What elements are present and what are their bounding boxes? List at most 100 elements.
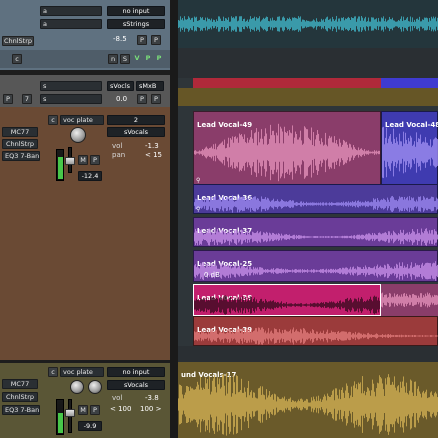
track2-volume[interactable]: 0.0 bbox=[116, 95, 127, 104]
track1-pp2-label: P bbox=[156, 54, 162, 62]
track3-insert2-label: ChnlStrp bbox=[5, 140, 35, 148]
track3-output[interactable]: sVocals bbox=[107, 127, 165, 137]
track4-mute-button[interactable]: M bbox=[78, 405, 88, 415]
track4-c-label: c bbox=[51, 368, 55, 376]
track1-c-label: c bbox=[15, 55, 19, 63]
region-bar-red[interactable] bbox=[193, 78, 381, 88]
track4-insert-mc77[interactable]: MC77 bbox=[2, 379, 38, 389]
clip-lead-vocal-36[interactable]: Lead Vocal-36 bbox=[193, 184, 438, 214]
track3-fader-value[interactable]: -12.4 bbox=[78, 171, 102, 181]
track4-input[interactable]: no input bbox=[107, 367, 165, 377]
clip-lead-vocal-39[interactable]: Lead Vocal-39 bbox=[193, 316, 438, 346]
clip-und-vocals-17[interactable]: und Vocals-17 bbox=[178, 362, 438, 438]
track4-send-voc-plate[interactable]: voc plate bbox=[60, 367, 104, 377]
track3-p-button[interactable]: P bbox=[90, 155, 100, 165]
track3-send-voc-plate[interactable]: voc plate bbox=[60, 115, 104, 125]
track4-insert2-label: ChnlStrp bbox=[5, 393, 35, 401]
track3-vol-label: vol bbox=[112, 142, 123, 150]
track3-fader-cap[interactable] bbox=[65, 157, 75, 165]
track2-p2-label: P bbox=[140, 95, 144, 103]
track1-no-input[interactable]: no input bbox=[107, 6, 165, 16]
track3-send-number[interactable]: 2 bbox=[107, 115, 165, 125]
track3-pan-value[interactable]: < 15 bbox=[145, 151, 162, 160]
track4-fader-value[interactable]: -9.9 bbox=[78, 421, 102, 431]
clip-49-fade-icon[interactable]: ⚲ bbox=[196, 176, 200, 185]
track1-input-a[interactable]: a bbox=[40, 6, 102, 16]
track4-pan-knob-right[interactable] bbox=[88, 380, 102, 394]
track3-insert1-label: MC77 bbox=[10, 128, 30, 136]
track3-insert-eq3[interactable]: EQ3 7-Band bbox=[2, 151, 40, 161]
track4-fader-cap[interactable] bbox=[65, 409, 75, 417]
track4-pan-right-value[interactable]: 100 > bbox=[140, 405, 161, 414]
clip-38-waveform bbox=[194, 295, 380, 315]
track4-insert-chnlstrp[interactable]: ChnlStrp bbox=[2, 392, 38, 402]
track2-s1-label: s bbox=[43, 82, 47, 90]
track4-pan-knob-left[interactable] bbox=[70, 380, 84, 394]
track1-input-b-label: a bbox=[43, 20, 47, 28]
track3-vol-value[interactable]: -1.3 bbox=[145, 142, 159, 151]
track4-p-button[interactable]: P bbox=[90, 405, 100, 415]
track4-vol-label: vol bbox=[112, 394, 123, 402]
track1-n-button[interactable]: n bbox=[108, 54, 118, 64]
track4-pan-left-value[interactable]: < 100 bbox=[110, 405, 131, 414]
timeline-gap-1 bbox=[178, 48, 438, 78]
timeline-gap-2 bbox=[178, 346, 438, 362]
track4-vol-value[interactable]: -3.8 bbox=[145, 394, 159, 403]
track1-input-b[interactable]: a bbox=[40, 19, 102, 29]
track1-bottom-row: c n S V P P bbox=[0, 50, 170, 68]
waveform-track1[interactable] bbox=[178, 0, 438, 48]
track3-p-label: P bbox=[93, 156, 97, 164]
track3-mute-button[interactable]: M bbox=[78, 155, 88, 165]
track3-insert-mc77[interactable]: MC77 bbox=[2, 127, 38, 137]
clip-lead-vocal-38[interactable]: Lead Vocal-38 bbox=[193, 284, 381, 316]
track1-chnlstrp-label: ChnlStrp bbox=[3, 37, 33, 45]
track1-pp1-label: P bbox=[145, 54, 151, 62]
track3-level-meter-fill bbox=[58, 157, 63, 179]
mixer-divider bbox=[170, 0, 178, 438]
track1-v-button[interactable]: V bbox=[132, 54, 142, 64]
clip-lead-vocal-48[interactable]: Lead Vocal-48 bbox=[381, 111, 438, 185]
track2-p2-button[interactable]: P bbox=[137, 94, 147, 104]
track1-volume[interactable]: -8.5 bbox=[113, 35, 133, 44]
track4-fader-value-label: -9.9 bbox=[83, 422, 97, 430]
track2-out2[interactable]: sMxB bbox=[136, 81, 164, 91]
track2-send-s2[interactable]: s bbox=[40, 94, 102, 104]
region-bar-blue[interactable] bbox=[381, 78, 438, 88]
clip-lead-vocal-38-tail[interactable] bbox=[381, 284, 438, 316]
track3-m-label: M bbox=[80, 156, 86, 164]
track1-p2-button[interactable]: P bbox=[151, 35, 161, 45]
track2-out1-label: sVocls bbox=[110, 82, 131, 90]
track2-out1[interactable]: sVocls bbox=[107, 81, 134, 91]
region-bar-gold[interactable] bbox=[178, 88, 438, 106]
track1-s-button[interactable]: S bbox=[120, 54, 130, 64]
track4-output[interactable]: sVocals bbox=[107, 380, 165, 390]
track1-p1-button[interactable]: P bbox=[137, 35, 147, 45]
track1-c-button[interactable]: c bbox=[12, 54, 22, 64]
track3-send-label: voc plate bbox=[63, 116, 93, 124]
track2-send-s1[interactable]: s bbox=[40, 81, 102, 91]
clip-36-fade-icon[interactable]: ⚲ bbox=[196, 205, 200, 214]
track1-pp2-button[interactable]: P bbox=[154, 54, 164, 64]
track4-level-meter bbox=[56, 399, 64, 435]
track1-v-label: V bbox=[134, 54, 140, 62]
clip-25-gain[interactable]: 0 dB bbox=[204, 271, 220, 280]
clip-lead-vocal-49[interactable]: Lead Vocal-49 bbox=[193, 111, 381, 185]
track4-insert-eq3[interactable]: EQ3 7-Band bbox=[2, 405, 40, 415]
track4-insert3-label: EQ3 7-Band bbox=[5, 406, 40, 414]
track4-strip: c voc plate no input MC77 ChnlStrp EQ3 7… bbox=[0, 363, 170, 438]
track1-no-input-label: no input bbox=[122, 7, 150, 15]
clip-lead-vocal-25[interactable]: Lead Vocal-25 0 dB bbox=[193, 250, 438, 282]
track4-c-button[interactable]: c bbox=[48, 367, 58, 377]
track1-chnlstrp[interactable]: ChnlStrp bbox=[2, 36, 34, 46]
track3-c-button[interactable]: c bbox=[48, 115, 58, 125]
track1-output[interactable]: sStrings bbox=[107, 19, 165, 29]
track2-p3-label: P bbox=[154, 95, 158, 103]
track3-insert-chnlstrp[interactable]: ChnlStrp bbox=[2, 139, 38, 149]
track2-seven-label: 7 bbox=[24, 95, 30, 103]
track2-seven-button[interactable]: 7 bbox=[22, 94, 32, 104]
track2-p3-button[interactable]: P bbox=[151, 94, 161, 104]
clip-lead-vocal-37[interactable]: Lead Vocal-37 bbox=[193, 217, 438, 247]
track2-p1-button[interactable]: P bbox=[3, 94, 13, 104]
track3-pan-knob[interactable] bbox=[70, 127, 86, 143]
track1-pp1-button[interactable]: P bbox=[143, 54, 153, 64]
